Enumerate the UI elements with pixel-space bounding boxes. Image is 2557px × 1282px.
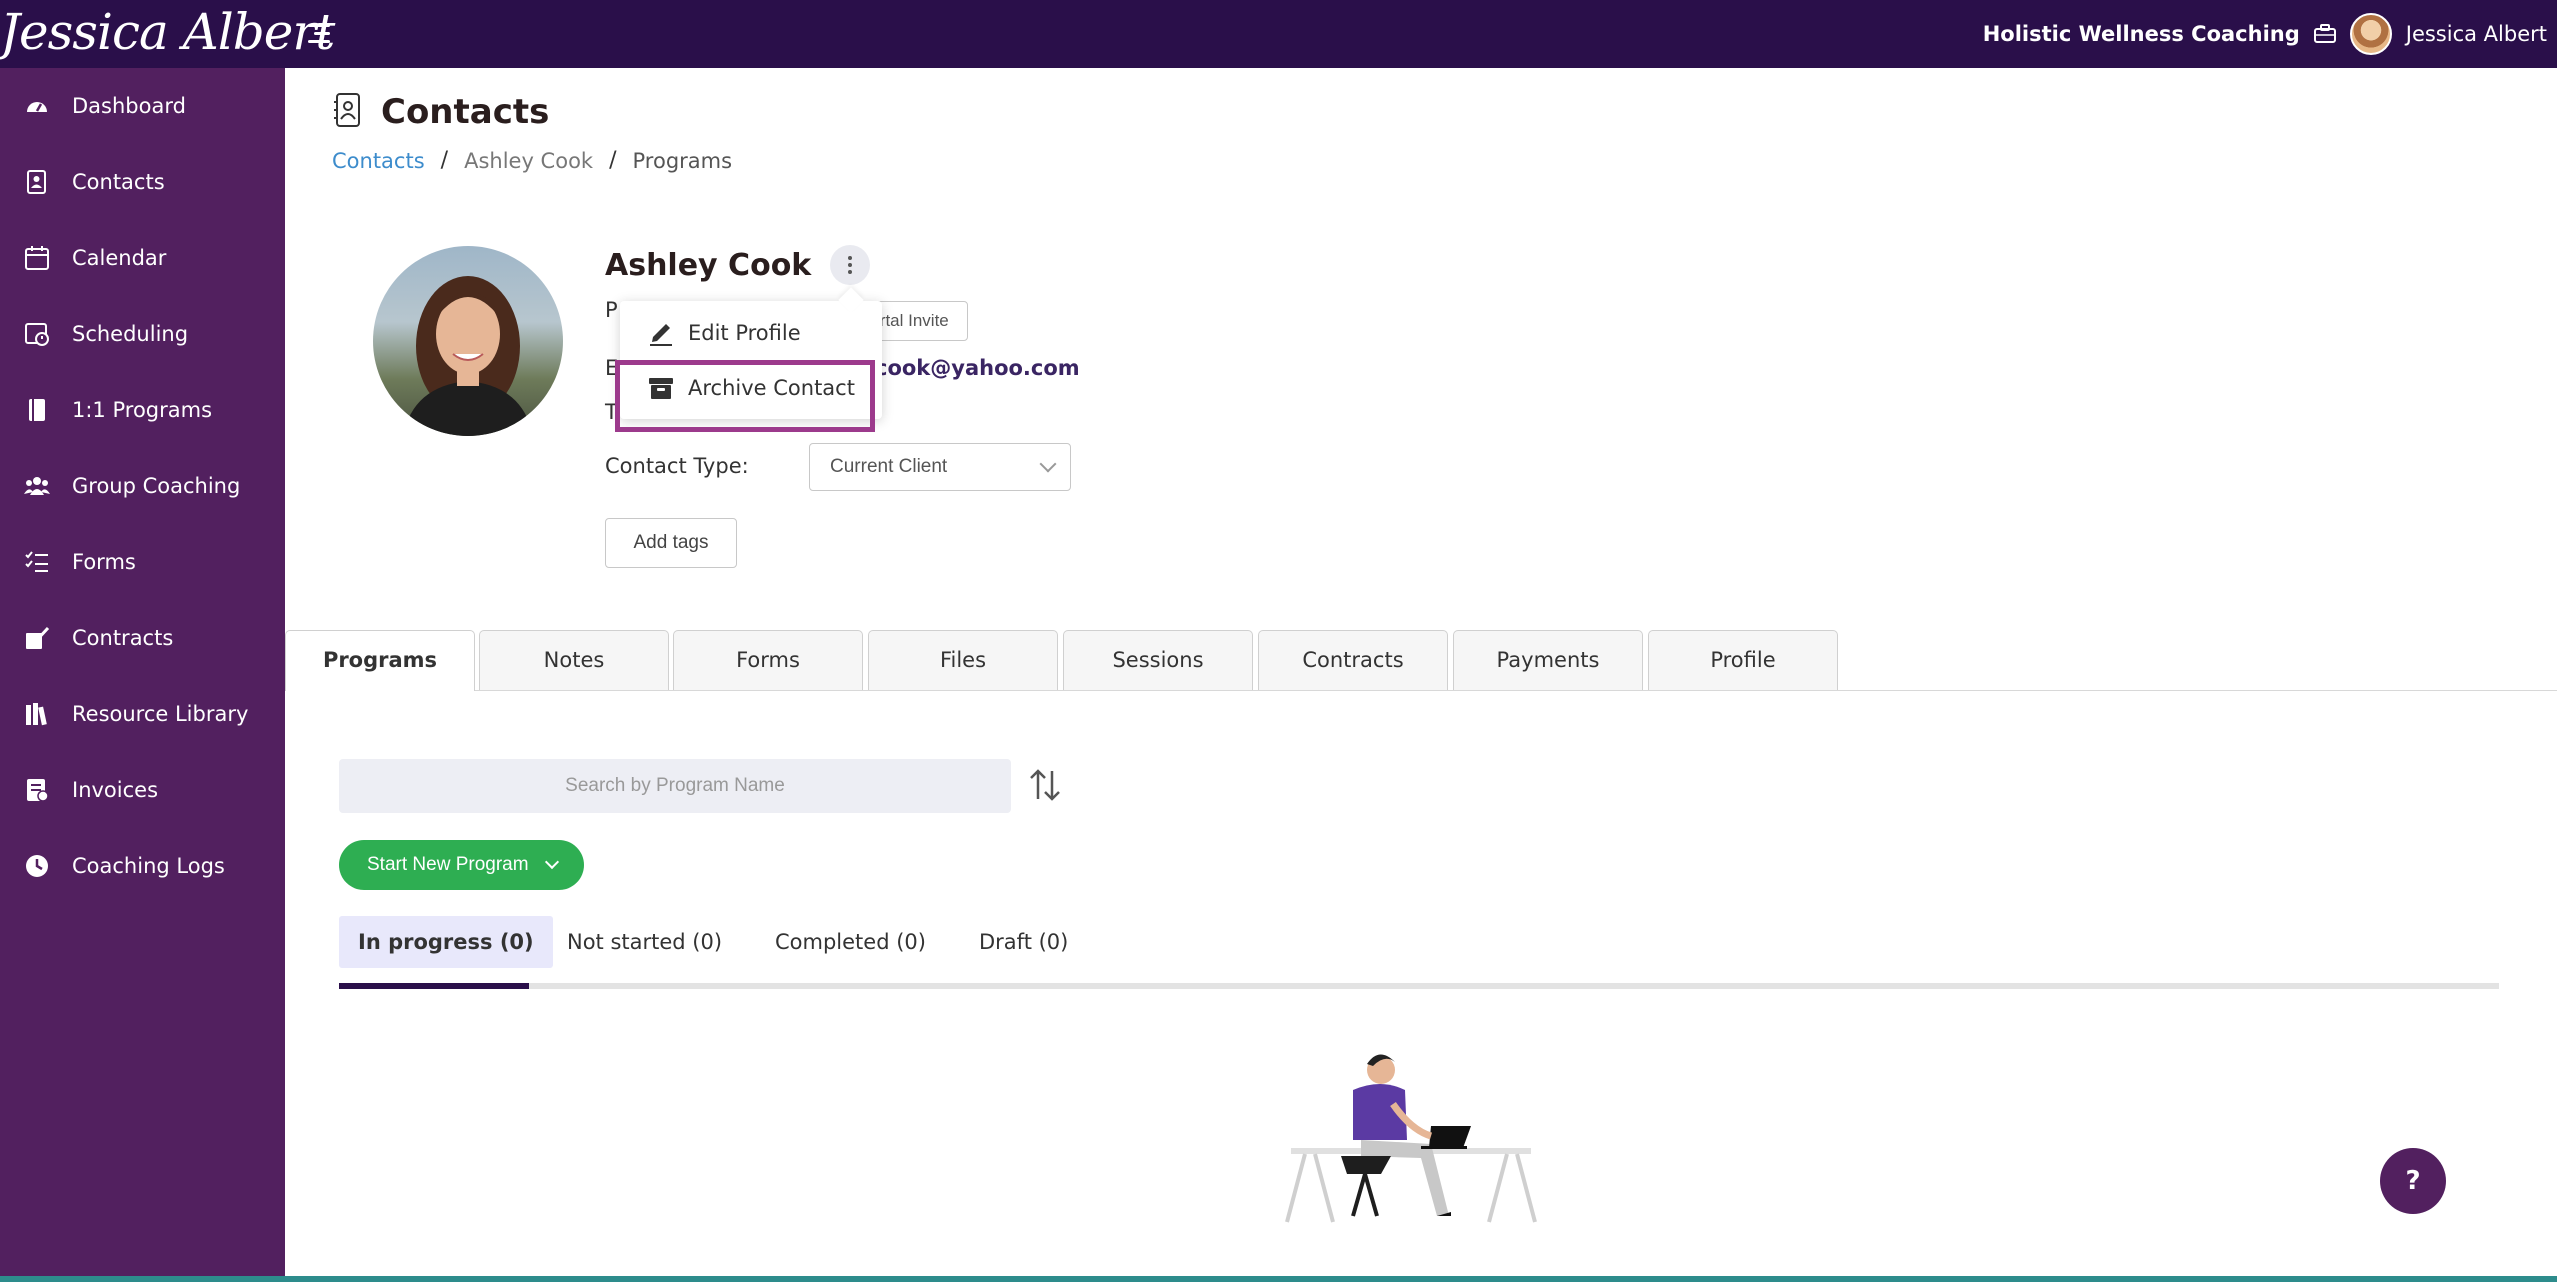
sidebar-item-scheduling[interactable]: Scheduling xyxy=(0,304,285,364)
contact-email[interactable]: cook@yahoo.com xyxy=(875,356,1080,380)
chevron-down-icon xyxy=(1039,455,1057,473)
tabs-divider xyxy=(285,690,2557,691)
sidebar-item-label: Forms xyxy=(72,550,136,574)
tab-sessions[interactable]: Sessions xyxy=(1063,630,1253,690)
contacts-book-icon xyxy=(334,93,360,127)
subtabs-active-indicator xyxy=(339,983,529,989)
tab-notes[interactable]: Notes xyxy=(479,630,669,690)
chevron-down-icon xyxy=(544,854,560,870)
sidebar-item-resource-library[interactable]: Resource Library xyxy=(0,684,285,744)
invoices-icon xyxy=(27,779,49,802)
subtab-completed[interactable]: Completed (0) xyxy=(775,916,926,968)
forms-icon xyxy=(25,551,48,572)
add-tags-button[interactable]: Add tags xyxy=(605,518,737,568)
sidebar-item-label: Group Coaching xyxy=(72,474,241,498)
sidebar-item-programs[interactable]: 1:1 Programs xyxy=(0,380,285,440)
sidebar-item-coaching-logs[interactable]: Coaching Logs xyxy=(0,836,285,896)
clock-icon xyxy=(26,855,48,877)
subtab-not-started[interactable]: Not started (0) xyxy=(567,916,722,968)
sidebar-item-label: Invoices xyxy=(72,778,159,802)
start-new-program-label: Start New Program xyxy=(367,854,529,875)
contact-type-select[interactable]: Current Client xyxy=(809,443,1071,491)
sort-icon[interactable] xyxy=(1025,765,1065,805)
tab-forms[interactable]: Forms xyxy=(673,630,863,690)
contact-type-label: Contact Type: xyxy=(605,454,749,478)
sidebar-item-forms[interactable]: Forms xyxy=(0,532,285,592)
top-bar: Jessica Albert Holistic Wellness Coachin… xyxy=(0,0,2557,68)
main-content: Contacts Contacts / Ashley Cook / Progra… xyxy=(285,68,2557,1282)
phone-label: P xyxy=(605,298,618,322)
start-new-program-button[interactable]: Start New Program xyxy=(339,840,584,890)
briefcase-icon[interactable] xyxy=(2313,24,2336,44)
tab-programs[interactable]: Programs xyxy=(285,630,475,691)
pencil-icon xyxy=(650,324,672,346)
archive-contact-highlight xyxy=(615,360,875,432)
contact-avatar xyxy=(373,246,563,436)
sidebar-item-label: Calendar xyxy=(72,246,167,270)
sidebar-item-calendar[interactable]: Calendar xyxy=(0,228,285,288)
library-icon xyxy=(26,703,47,726)
scheduling-icon xyxy=(25,323,49,346)
sidebar-item-label: Contracts xyxy=(72,626,174,650)
group-icon xyxy=(24,477,50,495)
bottom-strip xyxy=(0,1276,2557,1282)
calendar-icon xyxy=(25,246,49,270)
programs-icon xyxy=(29,399,45,421)
sidebar-item-dashboard[interactable]: Dashboard xyxy=(0,76,285,136)
contact-name: Ashley Cook xyxy=(605,248,812,283)
contact-type-value: Current Client xyxy=(830,456,948,477)
menu-item-label: Edit Profile xyxy=(688,321,801,345)
sidebar-item-label: Scheduling xyxy=(72,322,189,346)
sidebar-item-label: Contacts xyxy=(72,170,165,194)
topbar-account: Holistic Wellness Coaching Jessica Alber… xyxy=(1983,0,2547,68)
breadcrumb-separator: / xyxy=(440,148,449,173)
subtab-draft[interactable]: Draft (0) xyxy=(979,916,1068,968)
menu-toggle-icon[interactable] xyxy=(304,20,334,48)
contracts-icon xyxy=(26,626,50,649)
sidebar-item-contracts[interactable]: Contracts xyxy=(0,608,285,668)
sidebar-item-label: Coaching Logs xyxy=(72,854,225,878)
subtabs-track xyxy=(339,983,2499,989)
more-options-icon[interactable] xyxy=(830,245,870,285)
business-name[interactable]: Holistic Wellness Coaching xyxy=(1983,22,2300,46)
contacts-icon xyxy=(27,170,46,194)
tab-payments[interactable]: Payments xyxy=(1453,630,1643,690)
breadcrumb-current: Programs xyxy=(632,148,733,173)
sidebar-item-invoices[interactable]: Invoices xyxy=(0,760,285,820)
breadcrumb: Contacts / Ashley Cook / Programs xyxy=(332,148,732,173)
tab-profile[interactable]: Profile xyxy=(1648,630,1838,690)
dashboard-icon xyxy=(27,102,47,112)
user-name[interactable]: Jessica Albert xyxy=(2406,22,2547,46)
page-title: Contacts xyxy=(381,92,550,132)
empty-state-illustration xyxy=(1285,1054,1537,1223)
sidebar: Dashboard Contacts Calendar Scheduling 1… xyxy=(0,68,285,1282)
brand-logo[interactable]: Jessica Albert xyxy=(0,0,335,68)
sidebar-item-contacts[interactable]: Contacts xyxy=(0,152,285,212)
subtab-in-progress[interactable]: In progress (0) xyxy=(339,916,553,968)
breadcrumb-contact-name[interactable]: Ashley Cook xyxy=(464,149,593,173)
sidebar-item-label: Dashboard xyxy=(72,94,186,118)
sidebar-item-label: 1:1 Programs xyxy=(72,398,213,422)
edit-profile-menu-item[interactable]: Edit Profile xyxy=(620,307,882,359)
breadcrumb-separator: / xyxy=(609,148,617,173)
breadcrumb-contacts-link[interactable]: Contacts xyxy=(332,149,425,173)
tab-files[interactable]: Files xyxy=(868,630,1058,690)
sidebar-item-group-coaching[interactable]: Group Coaching xyxy=(0,456,285,516)
tab-contracts[interactable]: Contracts xyxy=(1258,630,1448,690)
user-avatar[interactable] xyxy=(2349,13,2392,55)
program-search-input[interactable]: Search by Program Name xyxy=(339,759,1011,813)
sidebar-item-label: Resource Library xyxy=(72,702,249,726)
help-button[interactable]: ? xyxy=(2380,1148,2446,1214)
